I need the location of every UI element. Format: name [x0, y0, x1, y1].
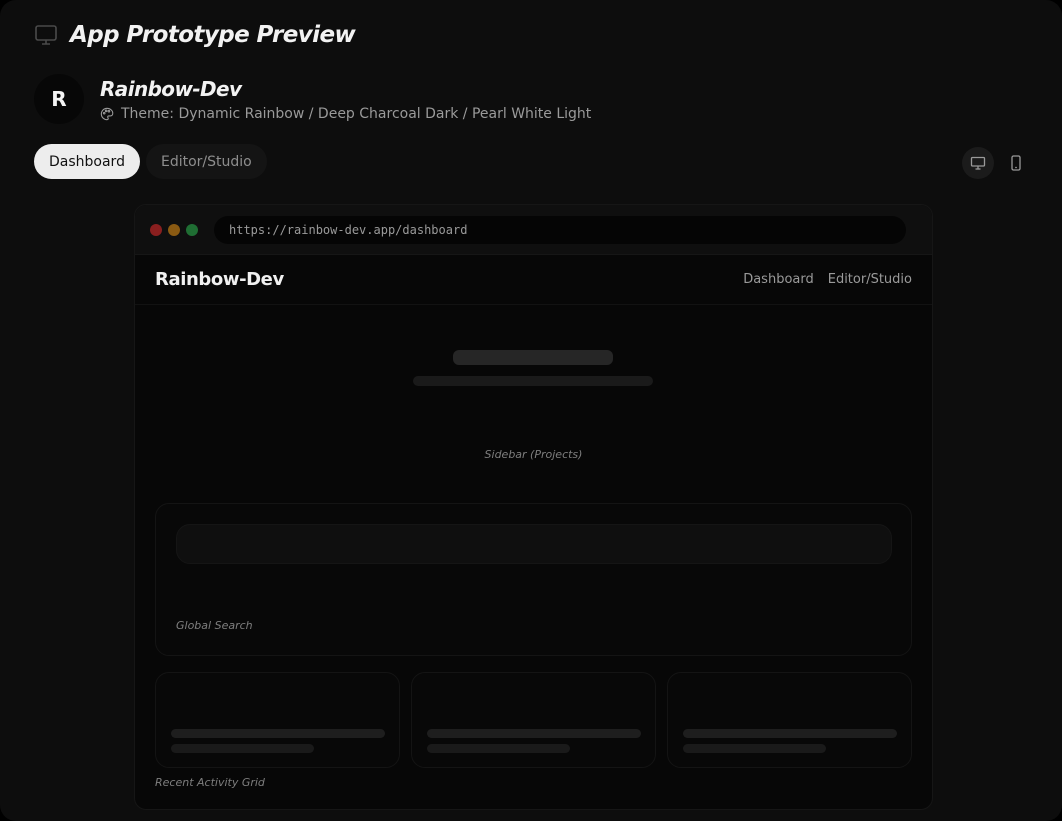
activity-card: [155, 672, 400, 768]
preview-panel: App Prototype Preview R Rainbow-Dev Them…: [0, 0, 1062, 821]
project-info: R Rainbow-Dev Theme: Dynamic Rainbow / D…: [34, 74, 591, 124]
theme-text: Theme: Dynamic Rainbow / Deep Charcoal D…: [121, 105, 592, 122]
desktop-view-button[interactable]: [962, 147, 994, 179]
skeleton-heading: [453, 350, 613, 365]
skeleton-line: [171, 744, 314, 753]
site-links: Dashboard Editor/Studio: [743, 272, 912, 287]
theme-line: Theme: Dynamic Rainbow / Deep Charcoal D…: [100, 106, 591, 122]
url-bar[interactable]: https://rainbow-dev.app/dashboard: [214, 215, 906, 244]
desktop-icon: [970, 156, 986, 170]
close-dot: [150, 223, 162, 236]
palette-icon: [100, 107, 114, 120]
view-tabs: Dashboard Editor/Studio: [34, 144, 267, 179]
skeleton-line: [427, 729, 641, 738]
site-nav: Rainbow-Dev Dashboard Editor/Studio: [135, 255, 932, 305]
search-input[interactable]: [176, 524, 892, 564]
browser-frame: https://rainbow-dev.app/dashboard Rainbo…: [134, 204, 933, 810]
site-link-editor-studio[interactable]: Editor/Studio: [828, 272, 912, 287]
skeleton-line: [683, 729, 897, 738]
site-link-dashboard[interactable]: Dashboard: [743, 272, 814, 287]
activity-placeholder-label: Recent Activity Grid: [155, 776, 265, 789]
page-title: App Prototype Preview: [70, 22, 356, 48]
global-search-card: Global Search: [155, 503, 912, 656]
skeleton-line: [171, 729, 385, 738]
maximize-dot: [186, 223, 198, 236]
avatar: R: [34, 74, 84, 124]
skeleton-line: [683, 744, 826, 753]
project-meta: Rainbow-Dev Theme: Dynamic Rainbow / Dee…: [100, 77, 591, 122]
mobile-view-button[interactable]: [1000, 147, 1032, 179]
site-brand: Rainbow-Dev: [155, 269, 284, 290]
device-toggle: [962, 147, 1032, 179]
activity-card: [411, 672, 656, 768]
browser-chrome: https://rainbow-dev.app/dashboard: [135, 205, 932, 255]
mobile-icon: [1011, 155, 1021, 171]
tab-editor-studio[interactable]: Editor/Studio: [145, 144, 267, 179]
monitor-icon: [35, 25, 57, 45]
sidebar-placeholder-label: Sidebar (Projects): [484, 448, 583, 461]
skeleton-line: [427, 744, 570, 753]
skeleton-subheading: [413, 376, 653, 386]
activity-card: [667, 672, 912, 768]
app-header: App Prototype Preview: [34, 22, 356, 48]
minimize-dot: [168, 223, 180, 236]
tab-dashboard[interactable]: Dashboard: [34, 144, 140, 179]
search-placeholder-label: Global Search: [176, 619, 253, 632]
project-name: Rainbow-Dev: [100, 76, 242, 101]
